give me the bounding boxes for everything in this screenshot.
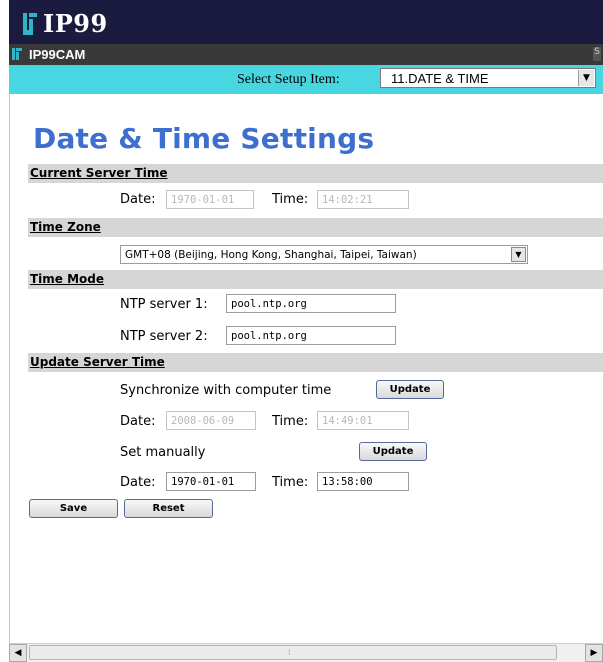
ntp-server-1-label: NTP server 1: — [120, 297, 208, 312]
manual-time-field[interactable]: 13:58:00 — [317, 472, 409, 491]
setup-selector-label: Select Setup Item: — [237, 72, 340, 87]
current-time-field: 14:02:21 — [317, 190, 409, 209]
app-title: IP99CAM — [29, 47, 86, 62]
sync-date-label: Date: — [120, 414, 156, 429]
brand-logo: IP99 — [23, 9, 108, 38]
reset-button[interactable]: Reset — [124, 499, 213, 518]
horizontal-scrollbar[interactable]: ◀ ⁞ ▶ — [9, 643, 603, 662]
manual-time-label: Time: — [272, 475, 309, 490]
setup-selector-bar: Select Setup Item: 11.DATE & TIME ▼ — [9, 65, 603, 94]
top-banner: IP99 — [9, 0, 603, 44]
set-manually-label: Set manually — [120, 445, 206, 460]
scrollbar-thumb[interactable]: ⁞ — [29, 645, 557, 660]
section-heading: Time Zone — [30, 220, 101, 234]
left-frame-edge — [0, 0, 10, 662]
chevron-down-icon[interactable]: ▼ — [578, 70, 594, 86]
time-zone-value: GMT+08 (Beijing, Hong Kong, Shanghai, Ta… — [125, 249, 417, 261]
sync-update-button[interactable]: Update — [376, 380, 444, 399]
section-update-server-time: Update Server Time — [28, 353, 603, 372]
setup-item-select[interactable]: 11.DATE & TIME ▼ — [380, 68, 596, 88]
section-heading: Time Mode — [30, 272, 105, 286]
manual-date-label: Date: — [120, 475, 156, 490]
section-heading: Current Server Time — [30, 166, 168, 180]
manual-update-button[interactable]: Update — [359, 442, 427, 461]
section-time-mode: Time Mode — [28, 270, 603, 289]
setup-item-value: 11.DATE & TIME — [391, 71, 489, 86]
ntp-server-1-field[interactable]: pool.ntp.org — [226, 294, 396, 313]
sync-computer-time-label: Synchronize with computer time — [120, 383, 332, 398]
time-zone-select[interactable]: GMT+08 (Beijing, Hong Kong, Shanghai, Ta… — [120, 245, 528, 264]
chevron-down-icon[interactable]: ▼ — [511, 247, 526, 262]
ntp-server-2-field[interactable]: pool.ntp.org — [226, 326, 396, 345]
section-heading: Update Server Time — [30, 355, 165, 369]
ntp-server-2-label: NTP server 2: — [120, 329, 208, 344]
current-date-label: Date: — [120, 192, 156, 207]
brand-name: IP99 — [43, 9, 108, 38]
manual-date-field[interactable]: 1970-01-01 — [166, 472, 256, 491]
sync-date-field: 2008-06-09 — [166, 411, 256, 430]
section-time-zone: Time Zone — [28, 218, 603, 237]
brand-mark-icon — [23, 12, 37, 35]
section-current-server-time: Current Server Time — [28, 164, 603, 183]
grip-icon: ⁞ — [288, 648, 291, 657]
sync-time-field: 14:49:01 — [317, 411, 409, 430]
sync-time-label: Time: — [272, 414, 309, 429]
app-mark-icon — [12, 48, 22, 60]
current-date-field: 1970-01-01 — [166, 190, 254, 209]
page-title: Date & Time Settings — [33, 122, 375, 155]
current-time-label: Time: — [272, 192, 309, 207]
app-title-bar: IP99CAM S — [9, 44, 603, 65]
scroll-right-icon[interactable]: ▶ — [585, 644, 603, 662]
save-button[interactable]: Save — [29, 499, 118, 518]
corner-tab[interactable]: S — [593, 47, 601, 61]
scroll-left-icon[interactable]: ◀ — [9, 644, 27, 662]
